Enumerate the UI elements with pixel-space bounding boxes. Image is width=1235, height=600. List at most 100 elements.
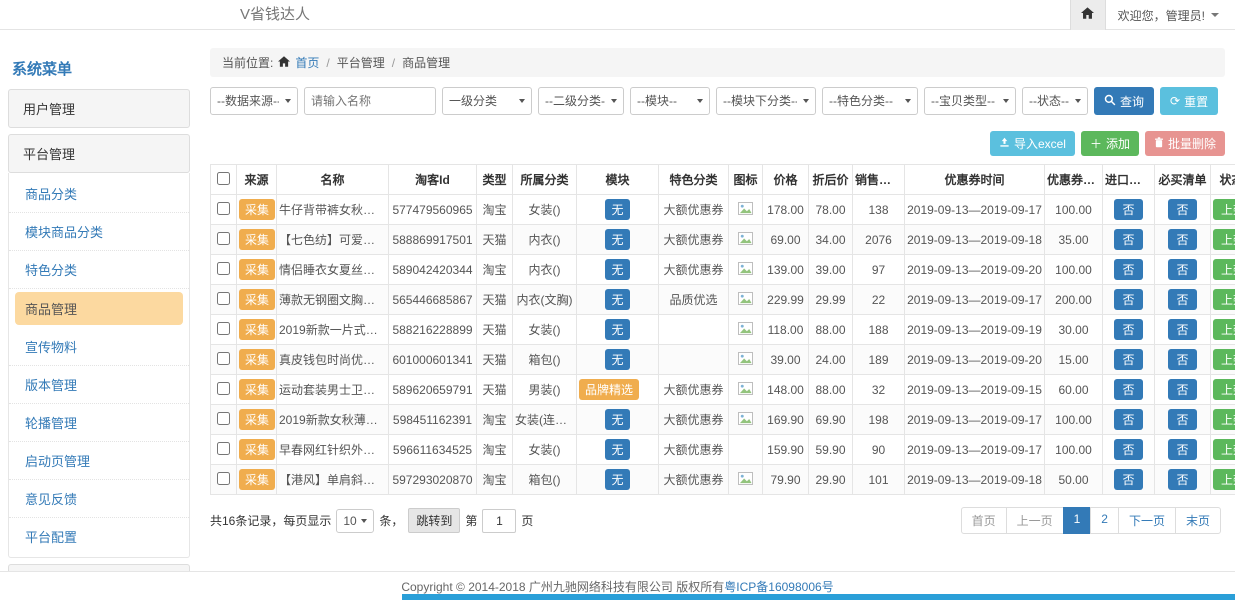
coupon-amount-cell: 50.00 <box>1045 465 1103 495</box>
import-choice-toggle[interactable]: 否 <box>1114 379 1142 400</box>
sidebar-item[interactable]: 模块商品分类 <box>9 213 189 251</box>
sidebar-item[interactable]: 平台配置 <box>9 518 189 555</box>
page-button-首页[interactable]: 首页 <box>961 507 1007 534</box>
status-toggle[interactable]: 上架 <box>1213 379 1235 400</box>
sidebar-item[interactable]: 意见反馈 <box>9 480 189 518</box>
jump-button[interactable]: 跳转到 <box>408 508 460 533</box>
status-toggle[interactable]: 上架 <box>1213 439 1235 460</box>
page-button-下一页[interactable]: 下一页 <box>1118 507 1176 534</box>
row-checkbox[interactable] <box>217 202 230 215</box>
import-choice-toggle[interactable]: 否 <box>1114 289 1142 310</box>
filter-select-item-type[interactable]: --宝贝类型-- <box>924 87 1016 115</box>
status-toggle[interactable]: 上架 <box>1213 319 1235 340</box>
page-button-1[interactable]: 1 <box>1063 507 1092 534</box>
sidebar-item[interactable]: 启动页管理 <box>9 442 189 480</box>
filter-select-level2-category[interactable]: --二级分类-- <box>538 87 624 115</box>
filter-select-level1-category[interactable]: 一级分类 <box>442 87 532 115</box>
import-choice-toggle[interactable]: 否 <box>1114 229 1142 250</box>
row-checkbox[interactable] <box>217 412 230 425</box>
must-buy-toggle[interactable]: 否 <box>1168 319 1196 340</box>
must-buy-toggle[interactable]: 否 <box>1168 349 1196 370</box>
discount-price-cell: 59.90 <box>809 435 853 465</box>
per-page-select[interactable]: 10 <box>336 509 374 533</box>
must-buy-toggle[interactable]: 否 <box>1168 259 1196 280</box>
status-toggle[interactable]: 上架 <box>1213 469 1235 490</box>
import-choice-toggle[interactable]: 否 <box>1114 409 1142 430</box>
import-choice-cell: 否 <box>1103 255 1155 285</box>
image-thumbnail-icon <box>738 474 753 488</box>
discount-price-cell: 88.00 <box>809 315 853 345</box>
filter-select-data-source[interactable]: --数据来源-- <box>210 87 298 115</box>
sidebar-item[interactable]: 宣传物料 <box>9 328 189 366</box>
page-button-2[interactable]: 2 <box>1090 507 1119 534</box>
page-button-上一页[interactable]: 上一页 <box>1006 507 1064 534</box>
row-checkbox[interactable] <box>217 382 230 395</box>
status-toggle[interactable]: 上架 <box>1213 349 1235 370</box>
must-buy-toggle[interactable]: 否 <box>1168 469 1196 490</box>
must-buy-toggle[interactable]: 否 <box>1168 289 1196 310</box>
select-all-checkbox[interactable] <box>217 172 230 185</box>
reset-button[interactable]: ⟳ 重置 <box>1160 87 1218 115</box>
main-content: 当前位置: 首页 / 平台管理 / 商品管理 --数据来源--一级分类--二级分… <box>210 48 1225 534</box>
must-buy-toggle[interactable]: 否 <box>1168 199 1196 220</box>
status-toggle[interactable]: 上架 <box>1213 229 1235 250</box>
status-toggle[interactable]: 上架 <box>1213 289 1235 310</box>
must-buy-toggle[interactable]: 否 <box>1168 379 1196 400</box>
source-cell: 采集 <box>237 435 277 465</box>
must-buy-toggle[interactable]: 否 <box>1168 229 1196 250</box>
source-cell: 采集 <box>237 195 277 225</box>
page-button-末页[interactable]: 末页 <box>1175 507 1221 534</box>
category-cell: 内衣() <box>513 255 577 285</box>
filter-select-module[interactable]: --模块-- <box>630 87 710 115</box>
sidebar-item[interactable]: 商品分类 <box>9 175 189 213</box>
import-choice-toggle[interactable]: 否 <box>1114 439 1142 460</box>
row-checkbox[interactable] <box>217 292 230 305</box>
import-choice-toggle[interactable]: 否 <box>1114 469 1142 490</box>
import-choice-toggle[interactable]: 否 <box>1114 349 1142 370</box>
breadcrumb-home-link[interactable]: 首页 <box>295 54 319 71</box>
sidebar-item[interactable]: 特色分类 <box>9 251 189 289</box>
row-checkbox[interactable] <box>217 322 230 335</box>
sidebar-group[interactable]: 用户管理 <box>8 89 190 128</box>
must-buy-toggle[interactable]: 否 <box>1168 439 1196 460</box>
sidebar-item[interactable]: 商品管理 <box>15 292 183 325</box>
import-choice-toggle[interactable]: 否 <box>1114 259 1142 280</box>
page-number-input[interactable] <box>482 509 516 533</box>
coupon-amount-cell: 100.00 <box>1045 405 1103 435</box>
search-button[interactable]: 查询 <box>1094 87 1154 115</box>
filter-select-module-subcategory[interactable]: --模块下分类-- <box>716 87 816 115</box>
sidebar-item[interactable]: 版本管理 <box>9 366 189 404</box>
per-page-suffix: 条， <box>379 512 403 529</box>
import-choice-toggle[interactable]: 否 <box>1114 319 1142 340</box>
name-cell: 早春网红针织外套女春... <box>277 435 389 465</box>
sidebar-group[interactable]: 平台管理 <box>8 134 190 173</box>
source-cell: 采集 <box>237 375 277 405</box>
status-toggle[interactable]: 上架 <box>1213 199 1235 220</box>
category-cell: 内衣() <box>513 225 577 255</box>
module-cell: 无 <box>577 405 659 435</box>
icp-link[interactable]: 粤ICP备16098006号 <box>724 580 833 594</box>
add-button[interactable]: ＋ 添加 <box>1081 131 1139 156</box>
filter-input-name[interactable] <box>304 87 436 115</box>
row-checkbox[interactable] <box>217 262 230 275</box>
status-toggle[interactable]: 上架 <box>1213 409 1235 430</box>
sidebar-item[interactable]: 轮播管理 <box>9 404 189 442</box>
import-excel-button[interactable]: 导入excel <box>990 131 1075 156</box>
filter-select-feature-category[interactable]: --特色分类-- <box>822 87 918 115</box>
import-choice-toggle[interactable]: 否 <box>1114 199 1142 220</box>
must-buy-cell: 否 <box>1155 315 1211 345</box>
must-buy-toggle[interactable]: 否 <box>1168 409 1196 430</box>
category-cell: 女装(连衣裙) <box>513 405 577 435</box>
column-header: 进口优选 <box>1103 165 1155 195</box>
status-toggle[interactable]: 上架 <box>1213 259 1235 280</box>
row-checkbox[interactable] <box>217 232 230 245</box>
user-menu[interactable]: 欢迎您，管理员! <box>1106 7 1235 24</box>
sidebar-group[interactable]: 拼团管理 <box>8 564 190 571</box>
row-checkbox[interactable] <box>217 442 230 455</box>
sales-cell: 138 <box>853 195 905 225</box>
row-checkbox[interactable] <box>217 352 230 365</box>
filter-select-status[interactable]: --状态-- <box>1022 87 1088 115</box>
row-checkbox[interactable] <box>217 472 230 485</box>
batch-delete-button[interactable]: 批量删除 <box>1145 131 1225 156</box>
home-button[interactable] <box>1070 0 1106 30</box>
